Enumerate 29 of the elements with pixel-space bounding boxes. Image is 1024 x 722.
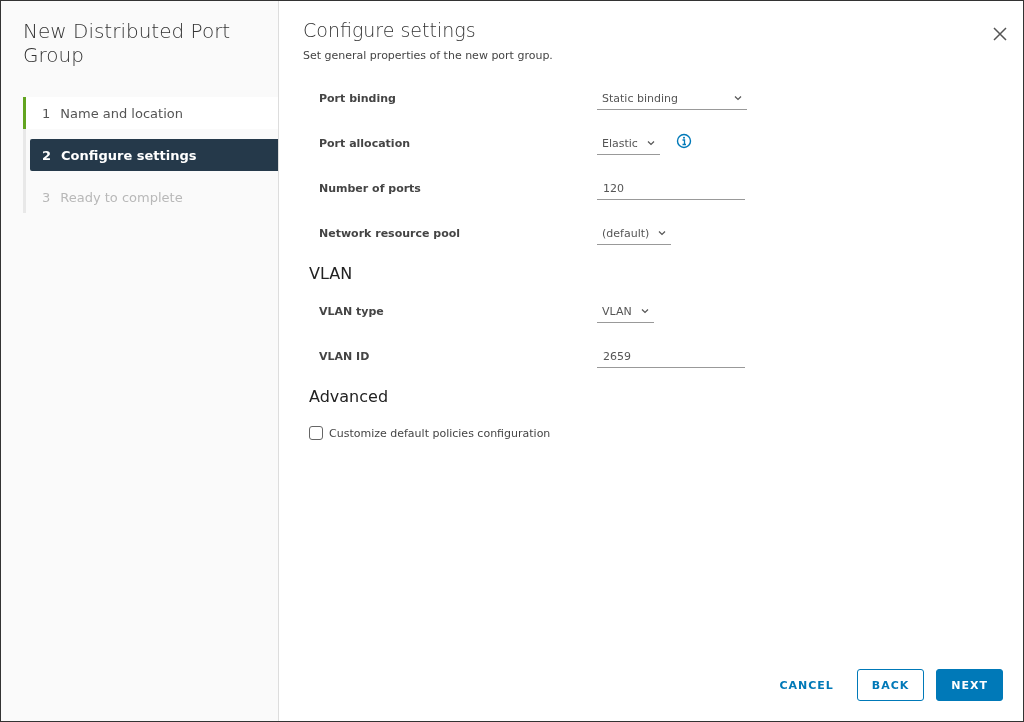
section-heading: Advanced: [309, 387, 390, 406]
dropdown[interactable]: (default): [597, 222, 672, 245]
field-label: VLAN ID: [319, 350, 371, 363]
close-icon[interactable]: [993, 27, 1007, 41]
field-label: Network resource pool: [319, 227, 462, 240]
wizard-step[interactable]: 2 Configure settings: [30, 139, 278, 171]
page-title: Configure settings: [303, 19, 476, 41]
dropdown[interactable]: Static binding: [597, 87, 747, 110]
dropdown[interactable]: Elastic: [597, 132, 660, 155]
input-field[interactable]: 2659: [597, 345, 745, 368]
chevron-icon: [733, 93, 743, 103]
page-subtitle: Set general properties of the new port group.: [303, 49, 554, 62]
wizard-title: New Distributed Port Group: [23, 19, 232, 67]
dropdown[interactable]: VLAN: [597, 300, 654, 323]
checkbox[interactable]: [309, 426, 323, 440]
back-button[interactable]: BACK: [856, 669, 925, 701]
chevron-icon: [645, 138, 656, 148]
info-icon[interactable]: [675, 132, 692, 149]
input-field[interactable]: 120: [597, 177, 745, 200]
chevron-icon: [657, 228, 668, 238]
field-label: Port binding: [319, 92, 397, 105]
section-heading: VLAN: [309, 264, 354, 283]
wizard-step[interactable]: 1 Name and location: [23, 97, 278, 129]
next-button[interactable]: NEXT: [936, 669, 1003, 701]
chevron-icon: [639, 306, 650, 316]
field-label: VLAN type: [319, 305, 385, 318]
field-label: Number of ports: [319, 182, 422, 195]
field-label: Port allocation: [319, 137, 411, 150]
checkbox-label: Customize default policies configuration: [329, 426, 551, 440]
